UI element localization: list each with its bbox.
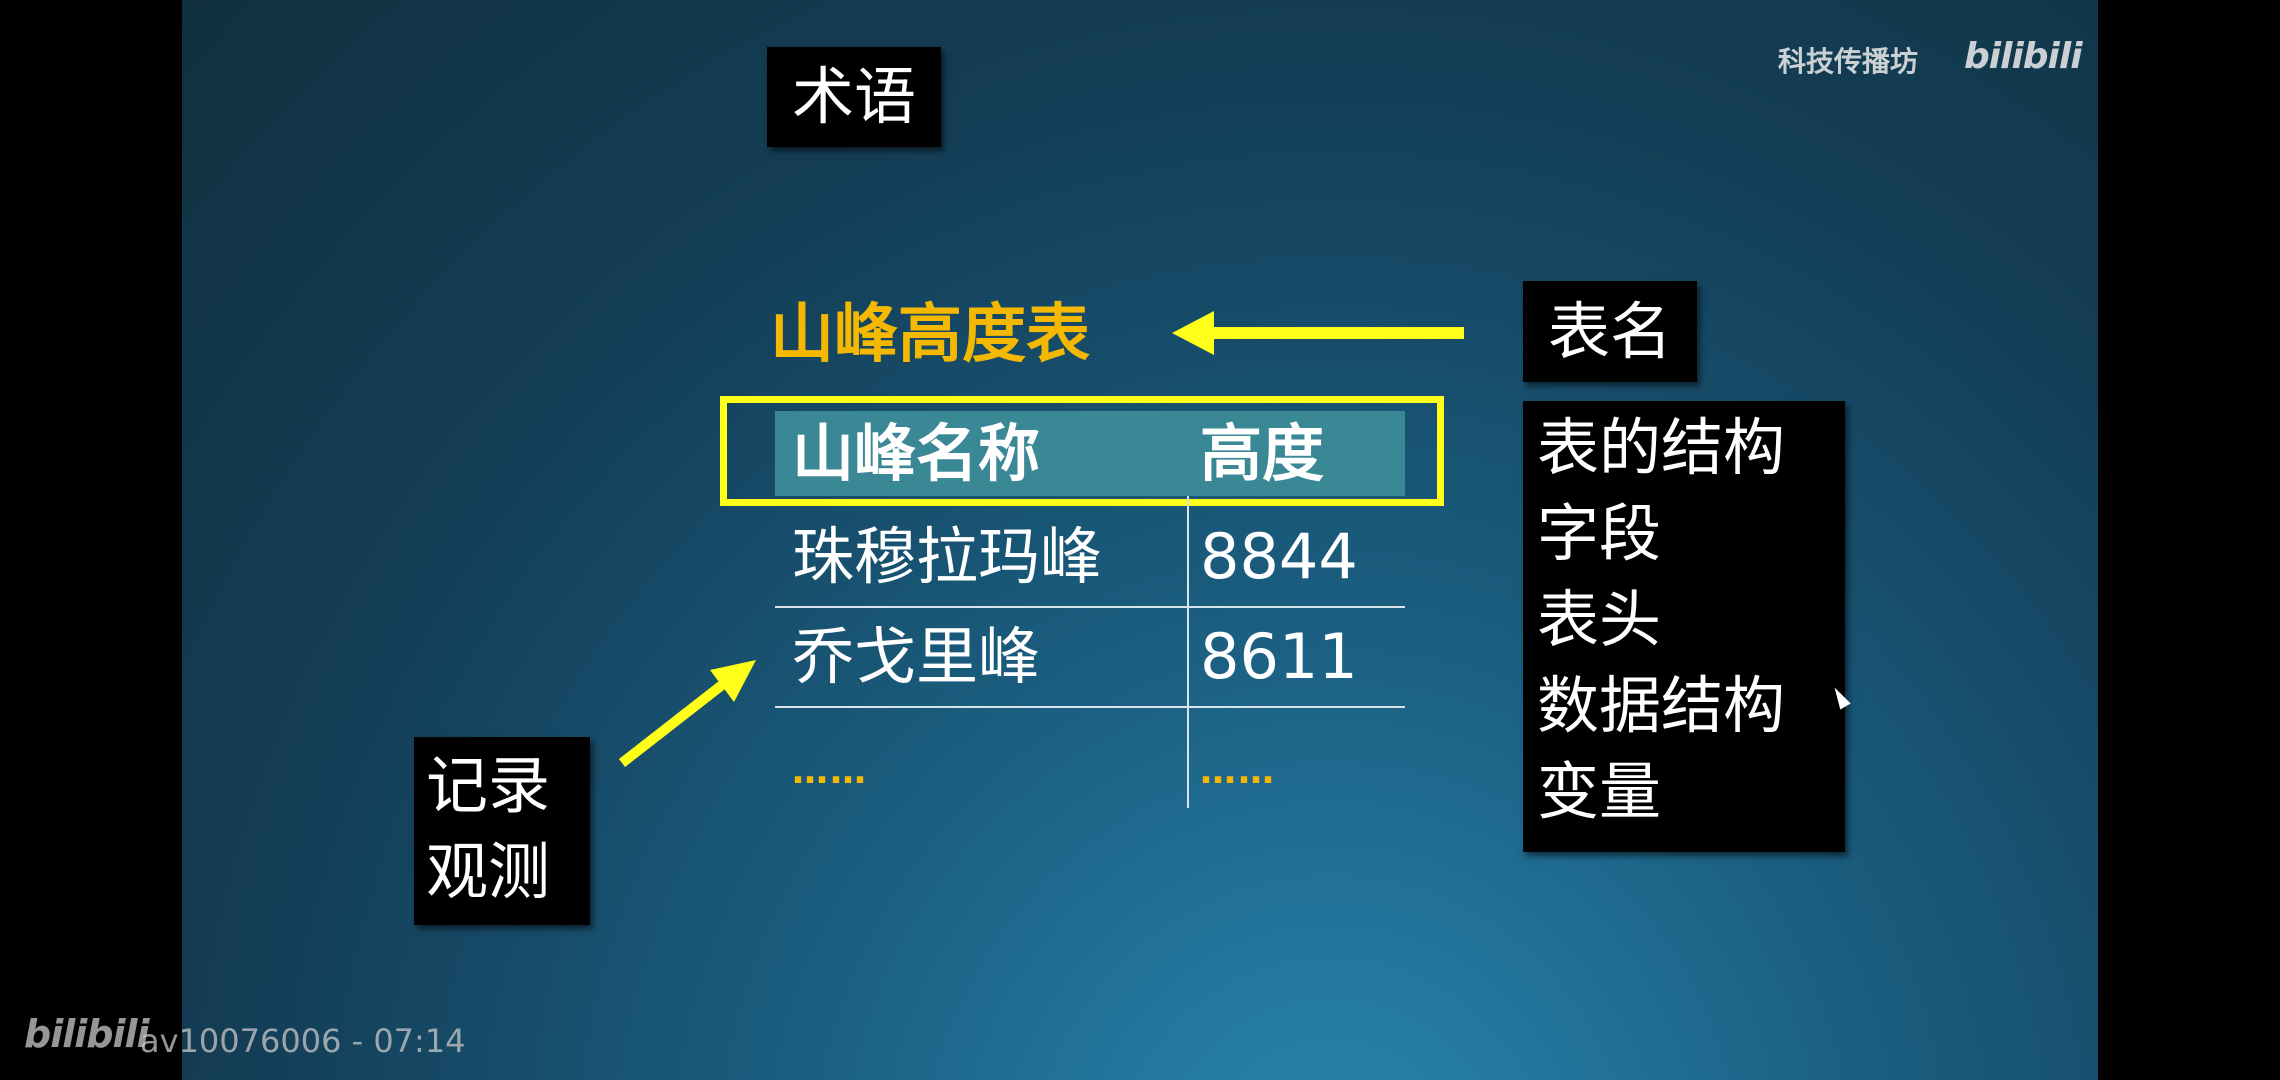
arrow-to-table-title xyxy=(1172,311,1464,355)
header-synonyms-box: 表的结构 字段 表头 数据结构 变量 xyxy=(1523,401,1845,852)
table-cell-height: 8844 xyxy=(1200,520,1358,593)
table-name-label: 表名 xyxy=(1523,281,1697,382)
table-cell-ellipsis: …… xyxy=(1200,751,1276,792)
video-frame: 科技传播坊 bilibili 术语 山峰高度表 表名 表的结构 字段 表头 数据… xyxy=(0,0,2280,1080)
channel-watermark: 科技传播坊 xyxy=(1778,45,1919,78)
synonym-item: 数据结构 xyxy=(1537,669,1786,742)
bilibili-watermark-logo: bilibili xyxy=(1964,36,2083,77)
record-label: 记录 xyxy=(426,749,551,822)
table-cell-ellipsis: …… xyxy=(792,751,868,792)
header-highlight-frame xyxy=(720,396,1444,506)
table-cell-peak: 珠穆拉玛峰 xyxy=(792,520,1103,593)
bilibili-player-logo: bilibili xyxy=(24,1012,150,1056)
column-divider xyxy=(1187,496,1189,808)
synonym-item: 字段 xyxy=(1537,497,1662,570)
synonym-item: 表头 xyxy=(1537,583,1662,656)
term-label: 术语 xyxy=(767,47,941,147)
synonym-item: 变量 xyxy=(1537,755,1662,828)
row-divider xyxy=(775,606,1405,608)
observation-label: 观测 xyxy=(426,835,551,908)
record-labels-box: 记录 观测 xyxy=(414,737,590,925)
synonym-item: 表的结构 xyxy=(1537,411,1786,484)
arrow-to-records xyxy=(618,660,756,767)
row-divider xyxy=(775,706,1405,708)
table-cell-height: 8611 xyxy=(1200,620,1358,693)
table-title: 山峰高度表 xyxy=(770,298,1090,372)
table-cell-peak: 乔戈里峰 xyxy=(792,620,1041,693)
video-id-timestamp: av10076006 - 07:14 xyxy=(140,1022,466,1060)
slide: 科技传播坊 bilibili 术语 山峰高度表 表名 表的结构 字段 表头 数据… xyxy=(182,0,2098,1080)
